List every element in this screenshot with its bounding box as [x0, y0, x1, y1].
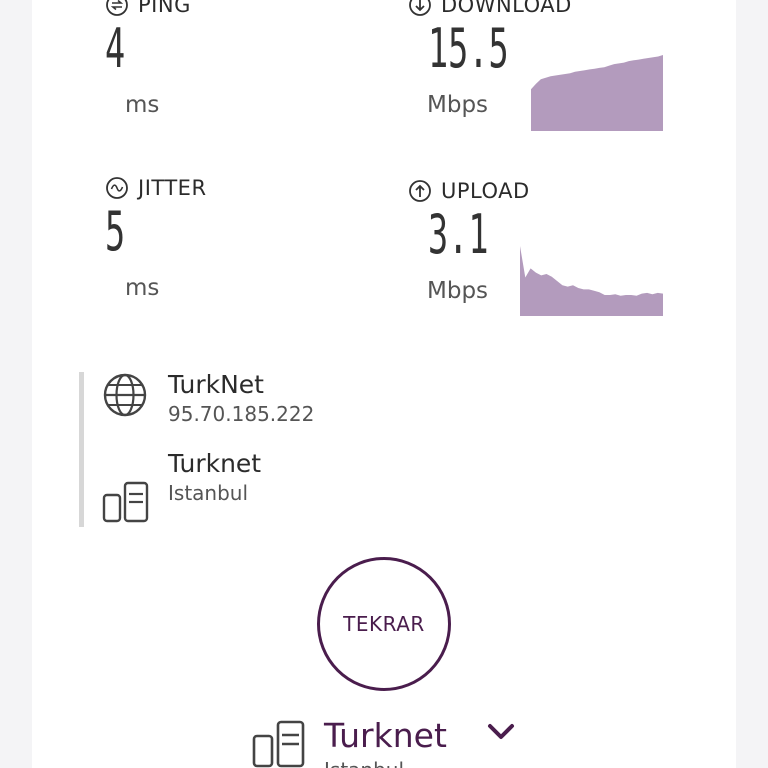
download-arrow-icon	[408, 0, 432, 17]
download-label: DOWNLOAD	[441, 0, 572, 17]
download-area	[531, 55, 663, 131]
isp-name: TurkNet	[168, 370, 264, 399]
upload-arrow-icon	[408, 179, 432, 203]
download-value: 15.5	[428, 17, 509, 80]
server-selector[interactable]: Turknet Istanbul	[252, 714, 532, 768]
ping-value: 4	[105, 17, 126, 80]
server-name: Turknet	[168, 449, 262, 478]
jitter-unit: ms	[125, 275, 160, 301]
server-icon	[102, 481, 150, 527]
results-card: PING 4 ms DOWNLOAD 15.5 Mbps JITTER 5 ms…	[32, 0, 736, 768]
selected-server-name: Turknet	[324, 716, 447, 755]
jitter-label: JITTER	[138, 176, 207, 200]
chevron-down-icon[interactable]	[487, 722, 515, 746]
jitter-icon	[105, 176, 129, 200]
server-icon	[252, 720, 306, 768]
isp-info: TurkNet 95.70.185.222	[102, 370, 402, 430]
upload-label: UPLOAD	[441, 179, 530, 203]
server-location: Istanbul	[168, 481, 249, 505]
upload-unit: Mbps	[427, 278, 489, 304]
download-unit: Mbps	[427, 92, 489, 118]
ping-metric: PING 4 ms	[105, 0, 355, 132]
upload-value: 3.1	[428, 203, 489, 266]
globe-icon	[102, 372, 148, 422]
upload-sparkline	[520, 246, 663, 316]
upload-area	[520, 246, 663, 316]
jitter-metric: JITTER 5 ms	[105, 175, 355, 315]
download-sparkline	[531, 55, 663, 131]
server-info: Turknet Istanbul	[102, 449, 402, 524]
ping-icon	[105, 0, 129, 17]
retry-button[interactable]: TEKRAR	[317, 557, 451, 691]
ping-label: PING	[138, 0, 191, 17]
jitter-value: 5	[105, 200, 126, 263]
isp-ip: 95.70.185.222	[168, 402, 315, 426]
selected-server-location: Istanbul	[324, 758, 404, 768]
connection-divider	[79, 372, 84, 527]
ping-unit: ms	[125, 92, 160, 118]
